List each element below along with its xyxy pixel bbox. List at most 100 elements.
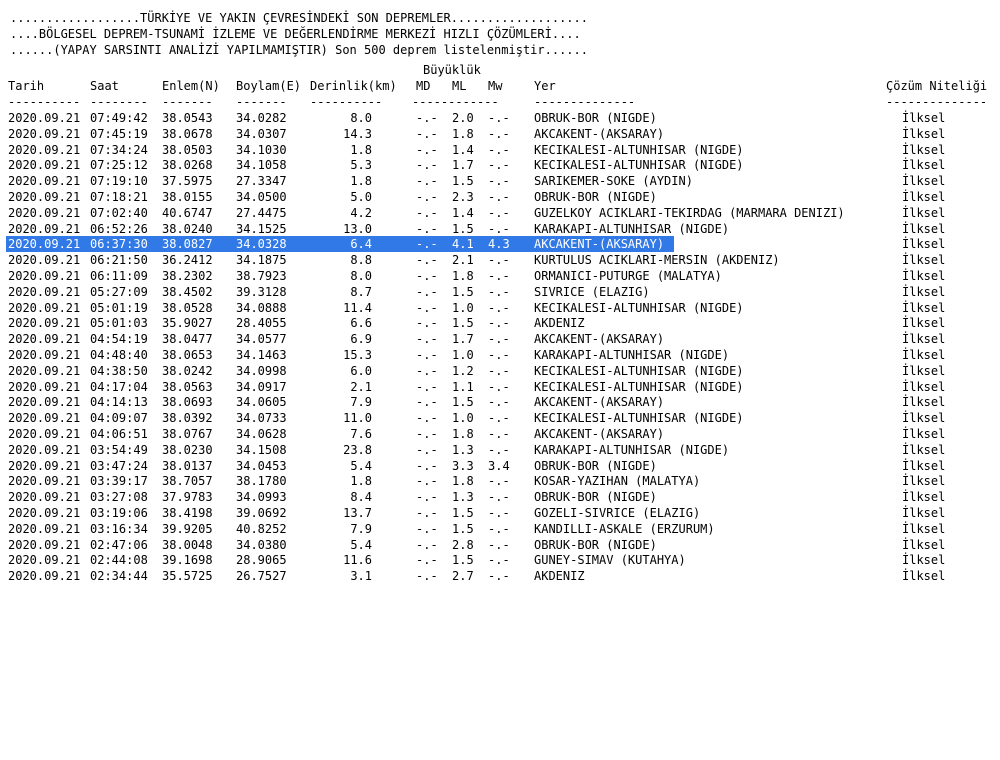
cell-boylam: 34.1525 (236, 222, 287, 236)
cell-yer: KECIKALESI-ALTUNHISAR (NIGDE) (534, 411, 744, 425)
table-row[interactable]: 2020.09.21 03:16:34 39.9205 40.8252 7.9 … (0, 521, 1000, 537)
table-row[interactable]: 2020.09.21 07:19:10 37.5975 27.3347 1.8 … (0, 173, 1000, 189)
cell-mw: 4.3 (488, 237, 510, 251)
cell-yer: KARAKAPI-ALTUNHISAR (NIGDE) (534, 443, 730, 457)
cell-derinlik: 23.8 (343, 443, 372, 457)
cell-ml: 1.5 (452, 506, 474, 520)
cell-saat: 07:49:42 (90, 111, 148, 125)
header-subtitle: ....BÖLGESEL DEPREM-TSUNAMİ İZLEME VE DE… (10, 27, 581, 41)
table-row[interactable]: 2020.09.21 07:25:12 38.0268 34.1058 5.3 … (0, 157, 1000, 173)
cell-yer: KECIKALESI-ALTUNHISAR (NIGDE) (534, 380, 744, 394)
cell-md: -.- (416, 411, 438, 425)
table-row[interactable]: 2020.09.21 07:45:19 38.0678 34.0307 14.3… (0, 126, 1000, 142)
cell-saat: 04:06:51 (90, 427, 148, 441)
cell-boylam: 34.0307 (236, 127, 287, 141)
table-row[interactable]: 2020.09.21 02:44:08 39.1698 28.9065 11.6… (0, 552, 1000, 568)
cell-boylam: 39.0692 (236, 506, 287, 520)
table-row[interactable]: 2020.09.21 06:11:09 38.2302 38.7923 8.0 … (0, 268, 1000, 284)
cell-saat: 06:52:26 (90, 222, 148, 236)
table-row[interactable]: 2020.09.21 03:27:08 37.9783 34.0993 8.4 … (0, 489, 1000, 505)
table-row[interactable]: 2020.09.21 02:47:06 38.0048 34.0380 5.4 … (0, 537, 1000, 553)
cell-yer: SIVRICE (ELAZIG) (534, 285, 650, 299)
cell-md: -.- (416, 143, 438, 157)
table-row[interactable]: 2020.09.21 07:49:42 38.0543 34.0282 8.0 … (0, 110, 1000, 126)
cell-enlem: 38.0678 (162, 127, 213, 141)
cell-nitelik: İlksel (902, 490, 946, 504)
table-row[interactable]: 2020.09.21 04:09:07 38.0392 34.0733 11.0… (0, 410, 1000, 426)
cell-md: -.- (416, 158, 438, 172)
table-row[interactable]: 2020.09.21 06:52:26 38.0240 34.1525 13.0… (0, 221, 1000, 237)
cell-derinlik: 11.6 (343, 553, 372, 567)
cell-mw: -.- (488, 364, 510, 378)
cell-yer: OBRUK-BOR (NIGDE) (534, 111, 657, 125)
cell-enlem: 38.0392 (162, 411, 213, 425)
cell-enlem: 39.1698 (162, 553, 213, 567)
cell-tarih: 2020.09.21 (8, 206, 81, 220)
cell-boylam: 34.0888 (236, 301, 287, 315)
cell-yer: GOZELI-SIVRICE (ELAZIG) (534, 506, 701, 520)
cell-tarih: 2020.09.21 (8, 269, 81, 283)
cell-mw: -.- (488, 222, 510, 236)
table-row[interactable]: 2020.09.21 06:21:50 36.2412 34.1875 8.8 … (0, 252, 1000, 268)
table-row[interactable]: 2020.09.21 04:48:40 38.0653 34.1463 15.3… (0, 347, 1000, 363)
cell-ml: 1.4 (452, 206, 474, 220)
table-row[interactable]: 2020.09.21 06:37:30 38.0827 34.0328 6.4 … (0, 236, 1000, 252)
cell-ml: 3.3 (452, 459, 474, 473)
sep-yer: -------------- (534, 95, 636, 109)
magnitude-group-label: Büyüklük (423, 63, 481, 77)
table-row[interactable]: 2020.09.21 07:02:40 40.6747 27.4475 4.2 … (0, 205, 1000, 221)
cell-nitelik: İlksel (902, 143, 946, 157)
cell-md: -.- (416, 237, 438, 251)
cell-mw: -.- (488, 285, 510, 299)
table-row[interactable]: 2020.09.21 04:38:50 38.0242 34.0998 6.0 … (0, 363, 1000, 379)
cell-mw: -.- (488, 538, 510, 552)
cell-yer: OBRUK-BOR (NIGDE) (534, 538, 657, 552)
table-row[interactable]: 2020.09.21 03:19:06 38.4198 39.0692 13.7… (0, 505, 1000, 521)
cell-enlem: 38.0477 (162, 332, 213, 346)
table-row[interactable]: 2020.09.21 02:34:44 35.5725 26.7527 3.1 … (0, 568, 1000, 584)
cell-boylam: 34.1508 (236, 443, 287, 457)
cell-enlem: 38.0693 (162, 395, 213, 409)
cell-nitelik: İlksel (902, 237, 946, 251)
table-row[interactable]: 2020.09.21 04:17:04 38.0563 34.0917 2.1 … (0, 379, 1000, 395)
cell-saat: 04:48:40 (90, 348, 148, 362)
cell-md: -.- (416, 522, 438, 536)
cell-mw: 3.4 (488, 459, 510, 473)
cell-ml: 4.1 (452, 237, 474, 251)
table-row[interactable]: 2020.09.21 04:54:19 38.0477 34.0577 6.9 … (0, 331, 1000, 347)
cell-derinlik: 2.1 (350, 380, 372, 394)
col-header-md: MD (416, 79, 431, 93)
cell-tarih: 2020.09.21 (8, 332, 81, 346)
cell-enlem: 38.0155 (162, 190, 213, 204)
table-row[interactable]: 2020.09.21 03:54:49 38.0230 34.1508 23.8… (0, 442, 1000, 458)
cell-yer: OBRUK-BOR (NIGDE) (534, 490, 657, 504)
cell-boylam: 34.0577 (236, 332, 287, 346)
cell-derinlik: 5.4 (350, 538, 372, 552)
cell-nitelik: İlksel (902, 380, 946, 394)
table-row[interactable]: 2020.09.21 05:27:09 38.4502 39.3128 8.7 … (0, 284, 1000, 300)
cell-ml: 1.3 (452, 443, 474, 457)
table-row[interactable]: 2020.09.21 03:47:24 38.0137 34.0453 5.4 … (0, 458, 1000, 474)
table-row[interactable]: 2020.09.21 05:01:03 35.9027 28.4055 6.6 … (0, 315, 1000, 331)
cell-boylam: 34.0628 (236, 427, 287, 441)
table-row[interactable]: 2020.09.21 03:39:17 38.7057 38.1780 1.8 … (0, 473, 1000, 489)
table-row[interactable]: 2020.09.21 04:14:13 38.0693 34.0605 7.9 … (0, 394, 1000, 410)
table-row[interactable]: 2020.09.21 05:01:19 38.0528 34.0888 11.4… (0, 300, 1000, 316)
cell-saat: 03:54:49 (90, 443, 148, 457)
cell-enlem: 40.6747 (162, 206, 213, 220)
cell-enlem: 38.0827 (162, 237, 213, 251)
table-row[interactable]: 2020.09.21 04:06:51 38.0767 34.0628 7.6 … (0, 426, 1000, 442)
cell-md: -.- (416, 174, 438, 188)
table-row[interactable]: 2020.09.21 07:34:24 38.0503 34.1030 1.8 … (0, 142, 1000, 158)
cell-nitelik: İlksel (902, 301, 946, 315)
cell-ml: 1.8 (452, 427, 474, 441)
cell-yer: KANDILLI-ASKALE (ERZURUM) (534, 522, 715, 536)
cell-enlem: 38.2302 (162, 269, 213, 283)
table-row[interactable]: 2020.09.21 07:18:21 38.0155 34.0500 5.0 … (0, 189, 1000, 205)
cell-yer: OBRUK-BOR (NIGDE) (534, 459, 657, 473)
cell-nitelik: İlksel (902, 569, 946, 583)
cell-derinlik: 14.3 (343, 127, 372, 141)
cell-ml: 1.5 (452, 395, 474, 409)
sep-enlem: ------- (162, 95, 213, 109)
cell-mw: -.- (488, 411, 510, 425)
